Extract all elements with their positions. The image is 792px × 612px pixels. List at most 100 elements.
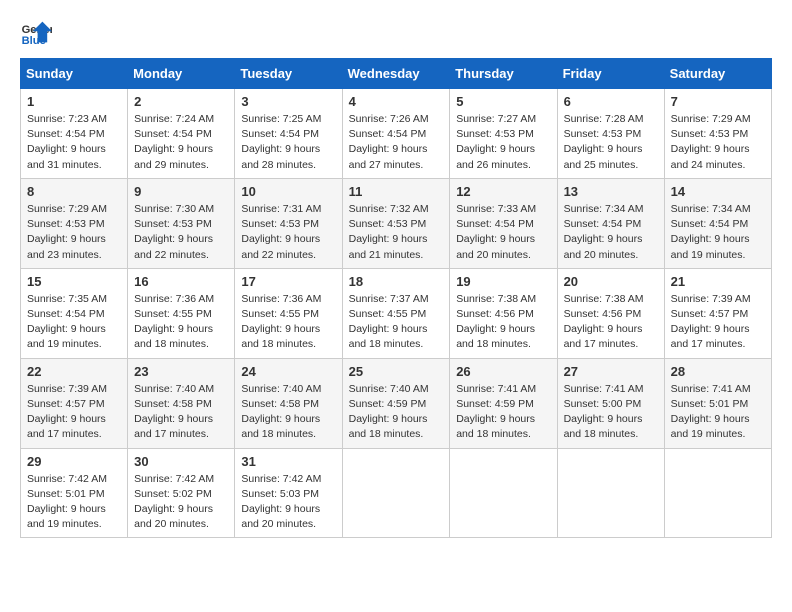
calendar-table: SundayMondayTuesdayWednesdayThursdayFrid… [20, 58, 772, 538]
day-number: 9 [134, 184, 228, 199]
day-info: Sunrise: 7:33 AM Sunset: 4:54 PM Dayligh… [456, 202, 550, 263]
header-cell-sunday: Sunday [21, 59, 128, 89]
day-cell-23: 23 Sunrise: 7:40 AM Sunset: 4:58 PM Dayl… [128, 358, 235, 448]
day-info: Sunrise: 7:39 AM Sunset: 4:57 PM Dayligh… [27, 382, 121, 443]
day-cell-29: 29 Sunrise: 7:42 AM Sunset: 5:01 PM Dayl… [21, 448, 128, 538]
day-cell-7: 7 Sunrise: 7:29 AM Sunset: 4:53 PM Dayli… [664, 89, 771, 179]
week-row-4: 22 Sunrise: 7:39 AM Sunset: 4:57 PM Dayl… [21, 358, 772, 448]
day-number: 8 [27, 184, 121, 199]
day-info: Sunrise: 7:41 AM Sunset: 4:59 PM Dayligh… [456, 382, 550, 443]
day-cell-1: 1 Sunrise: 7:23 AM Sunset: 4:54 PM Dayli… [21, 89, 128, 179]
header-cell-wednesday: Wednesday [342, 59, 450, 89]
day-info: Sunrise: 7:26 AM Sunset: 4:54 PM Dayligh… [349, 112, 444, 173]
day-cell-13: 13 Sunrise: 7:34 AM Sunset: 4:54 PM Dayl… [557, 178, 664, 268]
day-cell-17: 17 Sunrise: 7:36 AM Sunset: 4:55 PM Dayl… [235, 268, 342, 358]
day-number: 1 [27, 94, 121, 109]
day-info: Sunrise: 7:32 AM Sunset: 4:53 PM Dayligh… [349, 202, 444, 263]
day-number: 5 [456, 94, 550, 109]
day-info: Sunrise: 7:31 AM Sunset: 4:53 PM Dayligh… [241, 202, 335, 263]
week-row-2: 8 Sunrise: 7:29 AM Sunset: 4:53 PM Dayli… [21, 178, 772, 268]
day-info: Sunrise: 7:37 AM Sunset: 4:55 PM Dayligh… [349, 292, 444, 353]
day-number: 16 [134, 274, 228, 289]
day-info: Sunrise: 7:40 AM Sunset: 4:59 PM Dayligh… [349, 382, 444, 443]
day-info: Sunrise: 7:29 AM Sunset: 4:53 PM Dayligh… [27, 202, 121, 263]
empty-cell [557, 448, 664, 538]
empty-cell [342, 448, 450, 538]
day-number: 19 [456, 274, 550, 289]
day-cell-26: 26 Sunrise: 7:41 AM Sunset: 4:59 PM Dayl… [450, 358, 557, 448]
day-cell-4: 4 Sunrise: 7:26 AM Sunset: 4:54 PM Dayli… [342, 89, 450, 179]
day-number: 30 [134, 454, 228, 469]
day-info: Sunrise: 7:40 AM Sunset: 4:58 PM Dayligh… [241, 382, 335, 443]
empty-cell [664, 448, 771, 538]
day-cell-14: 14 Sunrise: 7:34 AM Sunset: 4:54 PM Dayl… [664, 178, 771, 268]
day-number: 24 [241, 364, 335, 379]
day-cell-11: 11 Sunrise: 7:32 AM Sunset: 4:53 PM Dayl… [342, 178, 450, 268]
day-info: Sunrise: 7:36 AM Sunset: 4:55 PM Dayligh… [134, 292, 228, 353]
day-cell-15: 15 Sunrise: 7:35 AM Sunset: 4:54 PM Dayl… [21, 268, 128, 358]
day-number: 26 [456, 364, 550, 379]
day-number: 12 [456, 184, 550, 199]
logo: General Blue [20, 20, 52, 48]
day-cell-27: 27 Sunrise: 7:41 AM Sunset: 5:00 PM Dayl… [557, 358, 664, 448]
week-row-3: 15 Sunrise: 7:35 AM Sunset: 4:54 PM Dayl… [21, 268, 772, 358]
day-cell-2: 2 Sunrise: 7:24 AM Sunset: 4:54 PM Dayli… [128, 89, 235, 179]
day-cell-22: 22 Sunrise: 7:39 AM Sunset: 4:57 PM Dayl… [21, 358, 128, 448]
header-cell-thursday: Thursday [450, 59, 557, 89]
empty-cell [450, 448, 557, 538]
day-info: Sunrise: 7:25 AM Sunset: 4:54 PM Dayligh… [241, 112, 335, 173]
day-info: Sunrise: 7:29 AM Sunset: 4:53 PM Dayligh… [671, 112, 765, 173]
week-row-1: 1 Sunrise: 7:23 AM Sunset: 4:54 PM Dayli… [21, 89, 772, 179]
day-number: 18 [349, 274, 444, 289]
day-number: 29 [27, 454, 121, 469]
day-info: Sunrise: 7:41 AM Sunset: 5:01 PM Dayligh… [671, 382, 765, 443]
day-number: 21 [671, 274, 765, 289]
day-cell-16: 16 Sunrise: 7:36 AM Sunset: 4:55 PM Dayl… [128, 268, 235, 358]
day-cell-18: 18 Sunrise: 7:37 AM Sunset: 4:55 PM Dayl… [342, 268, 450, 358]
day-info: Sunrise: 7:38 AM Sunset: 4:56 PM Dayligh… [456, 292, 550, 353]
day-info: Sunrise: 7:39 AM Sunset: 4:57 PM Dayligh… [671, 292, 765, 353]
day-info: Sunrise: 7:27 AM Sunset: 4:53 PM Dayligh… [456, 112, 550, 173]
day-cell-5: 5 Sunrise: 7:27 AM Sunset: 4:53 PM Dayli… [450, 89, 557, 179]
header-cell-friday: Friday [557, 59, 664, 89]
day-number: 27 [564, 364, 658, 379]
header: General Blue [20, 20, 772, 48]
day-info: Sunrise: 7:34 AM Sunset: 4:54 PM Dayligh… [564, 202, 658, 263]
day-info: Sunrise: 7:40 AM Sunset: 4:58 PM Dayligh… [134, 382, 228, 443]
day-cell-9: 9 Sunrise: 7:30 AM Sunset: 4:53 PM Dayli… [128, 178, 235, 268]
day-info: Sunrise: 7:30 AM Sunset: 4:53 PM Dayligh… [134, 202, 228, 263]
day-cell-24: 24 Sunrise: 7:40 AM Sunset: 4:58 PM Dayl… [235, 358, 342, 448]
day-number: 6 [564, 94, 658, 109]
day-number: 25 [349, 364, 444, 379]
day-info: Sunrise: 7:42 AM Sunset: 5:03 PM Dayligh… [241, 472, 335, 533]
day-cell-6: 6 Sunrise: 7:28 AM Sunset: 4:53 PM Dayli… [557, 89, 664, 179]
day-number: 4 [349, 94, 444, 109]
day-cell-31: 31 Sunrise: 7:42 AM Sunset: 5:03 PM Dayl… [235, 448, 342, 538]
day-info: Sunrise: 7:35 AM Sunset: 4:54 PM Dayligh… [27, 292, 121, 353]
day-number: 14 [671, 184, 765, 199]
day-cell-25: 25 Sunrise: 7:40 AM Sunset: 4:59 PM Dayl… [342, 358, 450, 448]
day-cell-8: 8 Sunrise: 7:29 AM Sunset: 4:53 PM Dayli… [21, 178, 128, 268]
day-cell-30: 30 Sunrise: 7:42 AM Sunset: 5:02 PM Dayl… [128, 448, 235, 538]
header-row: SundayMondayTuesdayWednesdayThursdayFrid… [21, 59, 772, 89]
week-row-5: 29 Sunrise: 7:42 AM Sunset: 5:01 PM Dayl… [21, 448, 772, 538]
day-number: 3 [241, 94, 335, 109]
day-info: Sunrise: 7:34 AM Sunset: 4:54 PM Dayligh… [671, 202, 765, 263]
day-cell-3: 3 Sunrise: 7:25 AM Sunset: 4:54 PM Dayli… [235, 89, 342, 179]
day-number: 13 [564, 184, 658, 199]
day-cell-21: 21 Sunrise: 7:39 AM Sunset: 4:57 PM Dayl… [664, 268, 771, 358]
day-number: 20 [564, 274, 658, 289]
day-number: 11 [349, 184, 444, 199]
day-number: 31 [241, 454, 335, 469]
day-number: 7 [671, 94, 765, 109]
day-info: Sunrise: 7:36 AM Sunset: 4:55 PM Dayligh… [241, 292, 335, 353]
day-cell-28: 28 Sunrise: 7:41 AM Sunset: 5:01 PM Dayl… [664, 358, 771, 448]
header-cell-tuesday: Tuesday [235, 59, 342, 89]
day-number: 23 [134, 364, 228, 379]
day-cell-12: 12 Sunrise: 7:33 AM Sunset: 4:54 PM Dayl… [450, 178, 557, 268]
day-info: Sunrise: 7:42 AM Sunset: 5:02 PM Dayligh… [134, 472, 228, 533]
day-info: Sunrise: 7:42 AM Sunset: 5:01 PM Dayligh… [27, 472, 121, 533]
day-number: 28 [671, 364, 765, 379]
header-cell-monday: Monday [128, 59, 235, 89]
header-cell-saturday: Saturday [664, 59, 771, 89]
